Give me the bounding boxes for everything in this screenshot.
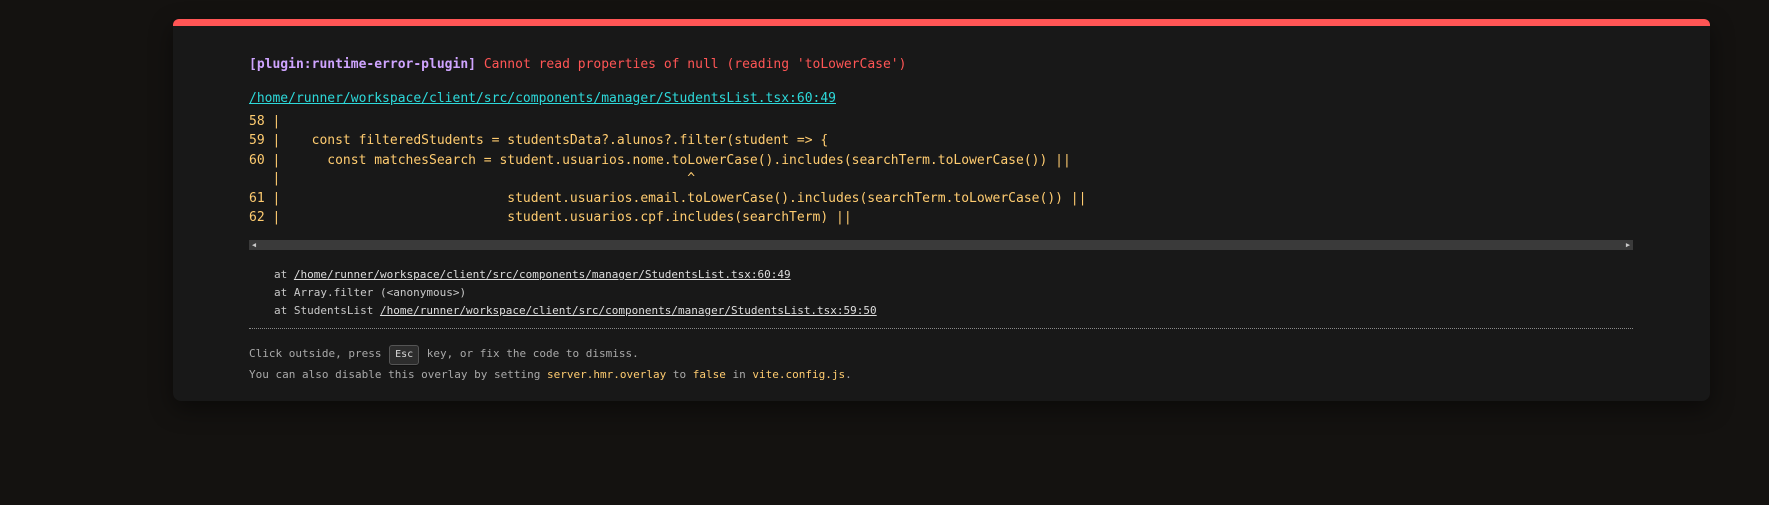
plugin-name: [plugin:runtime-error-plugin] (249, 57, 476, 72)
stack-text: StudentsList (293, 304, 380, 317)
dismiss-tip: Click outside, press Esc key, or fix the… (249, 343, 852, 385)
triangle-right-icon[interactable]: ▶ (1623, 240, 1633, 250)
code-line: 60 | const matchesSearch = student.usuar… (249, 153, 1071, 168)
tip-code: server.hmr.overlay (547, 368, 667, 381)
code-frame-scrollbar[interactable]: ◀ ▶ (249, 240, 1633, 250)
code-line: 59 | const filteredStudents = studentsDa… (249, 133, 829, 148)
tip-text: . (845, 368, 852, 381)
tip-text: You can also disable this overlay by set… (249, 368, 548, 381)
tip-text: Click outside, press (249, 347, 389, 360)
code-line: 62 | student.usuarios.cpf.includes(searc… (249, 210, 852, 225)
stack-line: at StudentsList /home/runner/workspace/c… (274, 302, 877, 320)
tip-text: to (666, 368, 693, 381)
code-frame: 58 | 59 | const filteredStudents = stude… (249, 112, 1633, 235)
stack-text: Array.filter (<anonymous>) (293, 286, 467, 299)
tip-text: in (725, 368, 753, 381)
triangle-left-icon[interactable]: ◀ (249, 240, 259, 250)
error-file-link[interactable]: /home/runner/workspace/client/src/compon… (249, 91, 836, 106)
error-overlay: [plugin:runtime-error-plugin] Cannot rea… (173, 19, 1710, 401)
tip-line: Click outside, press Esc key, or fix the… (249, 343, 852, 365)
stack-prefix: at (274, 286, 294, 299)
error-header: [plugin:runtime-error-plugin] Cannot rea… (249, 57, 906, 72)
stack-file-link[interactable]: /home/runner/workspace/client/src/compon… (380, 304, 877, 317)
tip-line: You can also disable this overlay by set… (249, 364, 852, 385)
tip-text: key, or fix the code to dismiss. (420, 347, 639, 360)
stack-line: at /home/runner/workspace/client/src/com… (274, 266, 877, 284)
stack-prefix: at (274, 304, 294, 317)
tip-code: false (692, 368, 726, 381)
code-line-caret: | ^ (249, 171, 696, 186)
code-line: 61 | student.usuarios.email.toLowerCase(… (249, 191, 1087, 206)
stack-prefix: at (274, 268, 294, 281)
error-message: Cannot read properties of null (reading … (483, 57, 907, 72)
tip-code: vite.config.js (752, 368, 846, 381)
divider (249, 328, 1633, 329)
code-line: 58 | (249, 114, 281, 129)
esc-key: Esc (389, 345, 420, 365)
stack-line: at Array.filter (<anonymous>) (274, 284, 877, 302)
stack-trace: at /home/runner/workspace/client/src/com… (274, 266, 877, 320)
stack-file-link[interactable]: /home/runner/workspace/client/src/compon… (294, 268, 791, 281)
